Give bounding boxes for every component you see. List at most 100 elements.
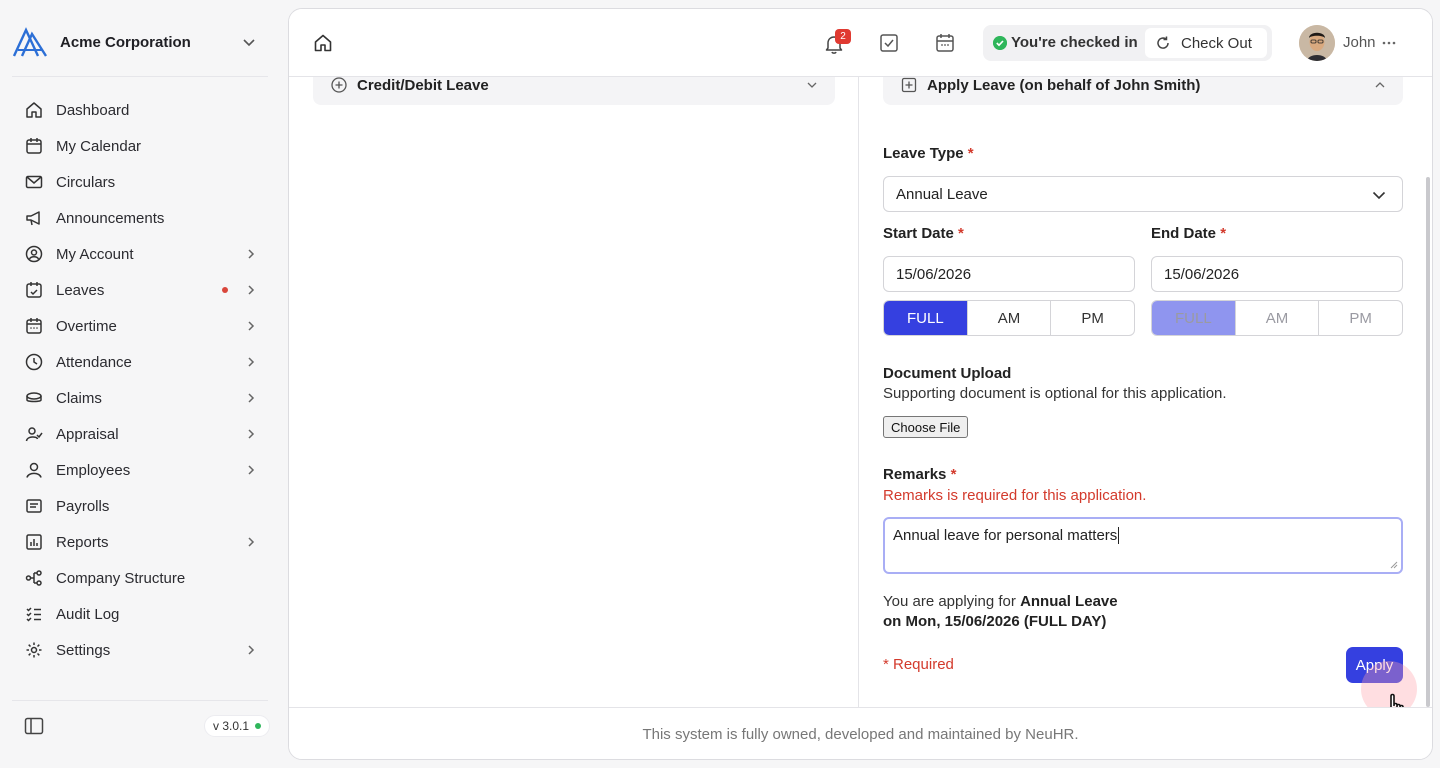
- topbar: 2 You're checked in Check Out John: [289, 9, 1432, 77]
- sidebar: Acme Corporation Dashboard My Calendar C…: [0, 0, 282, 768]
- application-summary: You are applying for Annual Leave on Mon…: [883, 592, 1118, 632]
- sidebar-item-circulars[interactable]: Circulars: [14, 164, 270, 200]
- more-icon[interactable]: [1379, 33, 1399, 53]
- start-date-input[interactable]: 15/06/2026: [883, 256, 1135, 292]
- checkbox-icon[interactable]: [879, 33, 899, 53]
- plus-circle-icon: [331, 77, 347, 93]
- remarks-error: Remarks is required for this application…: [883, 487, 1147, 504]
- refresh-icon: [1157, 36, 1169, 49]
- calendar-clock-icon: [24, 316, 44, 336]
- leave-type-select[interactable]: Annual Leave: [883, 176, 1403, 212]
- home-icon: [24, 100, 44, 120]
- start-date-label: Start Date *: [883, 225, 964, 242]
- notification-dot: [222, 287, 228, 293]
- sidebar-item-label: Employees: [56, 461, 131, 479]
- org-name: Acme Corporation: [60, 33, 191, 51]
- sidebar-nav: Dashboard My Calendar Circulars Announce…: [14, 92, 270, 668]
- scrollbar[interactable]: [1426, 177, 1430, 707]
- coins-icon: [24, 388, 44, 408]
- check-out-label: Check Out: [1181, 34, 1252, 52]
- sidebar-item-company-structure[interactable]: Company Structure: [14, 560, 270, 596]
- sidebar-item-my-account[interactable]: My Account: [14, 236, 270, 272]
- acme-logo-icon: [12, 27, 48, 57]
- sidebar-item-label: Audit Log: [56, 605, 120, 623]
- user-name: John: [1343, 34, 1376, 51]
- sidebar-item-attendance[interactable]: Attendance: [14, 344, 270, 380]
- document-upload-title: Document Upload: [883, 365, 1012, 382]
- required-note: * Required: [883, 656, 954, 673]
- sidebar-item-leaves[interactable]: Leaves: [14, 272, 270, 308]
- accordion-title: Credit/Debit Leave: [357, 76, 489, 94]
- full-day-option[interactable]: FULL: [884, 301, 968, 335]
- user-photo-icon: [1299, 25, 1335, 61]
- summary-date: on Mon, 15/06/2026 (FULL DAY): [883, 613, 1107, 630]
- gear-icon: [24, 640, 44, 660]
- pm-option: PM: [1349, 309, 1372, 327]
- footer: This system is fully owned, developed an…: [289, 707, 1432, 759]
- am-option[interactable]: AM: [968, 301, 1052, 335]
- sidebar-item-overtime[interactable]: Overtime: [14, 308, 270, 344]
- sidebar-item-label: Payrolls: [56, 497, 110, 515]
- sidebar-item-label: Announcements: [56, 209, 165, 227]
- remarks-textarea[interactable]: Annual leave for personal matters: [883, 517, 1403, 574]
- user-icon: [24, 460, 44, 480]
- chevron-right-icon: [248, 321, 255, 331]
- full-day-option: FULL: [1152, 301, 1236, 335]
- chart-icon: [24, 532, 44, 552]
- status-dot: [255, 723, 262, 729]
- calendar-icon[interactable]: [935, 33, 955, 53]
- notification-badge: 2: [835, 29, 851, 44]
- sidebar-item-appraisal[interactable]: Appraisal: [14, 416, 270, 452]
- sidebar-item-label: Dashboard: [56, 101, 130, 119]
- calendar-icon: [24, 136, 44, 156]
- input-value: 15/06/2026: [896, 265, 972, 283]
- choose-file-button[interactable]: Choose File: [883, 416, 969, 438]
- sidebar-item-reports[interactable]: Reports: [14, 524, 270, 560]
- document-upload-hint: Supporting document is optional for this…: [883, 385, 1227, 402]
- user-circle-icon: [24, 244, 44, 264]
- chevron-right-icon: [248, 357, 255, 367]
- sidebar-item-label: Claims: [56, 389, 102, 407]
- check-circle-icon: [993, 36, 1007, 50]
- org-switcher[interactable]: Acme Corporation: [12, 24, 268, 60]
- label-text: Leave Type: [883, 145, 964, 162]
- pm-option[interactable]: PM: [1051, 301, 1134, 335]
- divider: [12, 700, 268, 701]
- chevron-right-icon: [248, 393, 255, 403]
- home-icon[interactable]: [313, 33, 333, 53]
- required-mark: *: [950, 466, 957, 483]
- chevron-down-icon: [807, 82, 817, 88]
- avatar[interactable]: [1299, 25, 1335, 61]
- chevron-down-icon: [243, 39, 255, 47]
- sidebar-item-label: Leaves: [56, 281, 105, 299]
- version-text: v 3.0.1: [213, 719, 250, 733]
- sidebar-toggle-icon[interactable]: [24, 716, 44, 736]
- chevron-down-icon: [1372, 191, 1386, 200]
- checkin-text: You're checked in: [1011, 34, 1138, 51]
- sidebar-item-settings[interactable]: Settings: [14, 632, 270, 668]
- clock-icon: [24, 352, 44, 372]
- mail-icon: [24, 172, 44, 192]
- sidebar-item-label: Circulars: [56, 173, 116, 191]
- sidebar-item-label: Settings: [56, 641, 111, 659]
- summary-prefix: You are applying for: [883, 593, 1016, 610]
- sidebar-item-announcements[interactable]: Announcements: [14, 200, 270, 236]
- required-mark: *: [1220, 225, 1227, 242]
- sidebar-item-my-calendar[interactable]: My Calendar: [14, 128, 270, 164]
- resize-handle-icon[interactable]: [1390, 561, 1398, 569]
- sidebar-item-payrolls[interactable]: Payrolls: [14, 488, 270, 524]
- end-date-input[interactable]: 15/06/2026: [1151, 256, 1403, 292]
- chevron-right-icon: [248, 429, 255, 439]
- sidebar-item-dashboard[interactable]: Dashboard: [14, 92, 270, 128]
- chevron-up-icon: [1375, 82, 1385, 88]
- sidebar-item-employees[interactable]: Employees: [14, 452, 270, 488]
- sidebar-item-audit-log[interactable]: Audit Log: [14, 596, 270, 632]
- sidebar-item-claims[interactable]: Claims: [14, 380, 270, 416]
- tree-icon: [24, 568, 44, 588]
- plus-square-icon: [901, 77, 917, 93]
- sidebar-item-label: Reports: [56, 533, 109, 551]
- check-out-button[interactable]: Check Out: [1145, 28, 1267, 58]
- main-panel: 2 You're checked in Check Out John Credi…: [288, 8, 1433, 760]
- end-date-label: End Date *: [1151, 225, 1226, 242]
- required-mark: *: [967, 145, 974, 162]
